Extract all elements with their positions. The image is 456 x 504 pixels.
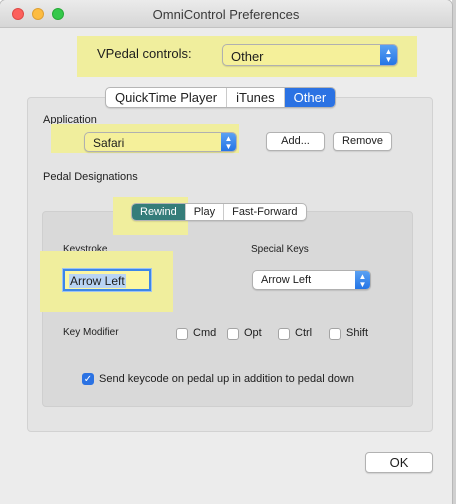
vpedal-controls-label: VPedal controls:	[97, 46, 192, 61]
remove-application-button[interactable]: Remove	[333, 132, 392, 151]
pedal-designations-label: Pedal Designations	[43, 171, 138, 183]
keystroke-value: Arrow Left	[69, 274, 126, 288]
tab-other[interactable]: Other	[284, 88, 336, 107]
keycode-pedal-up-checkbox[interactable]: ✓	[82, 373, 94, 385]
shift-checkbox[interactable]	[329, 328, 341, 340]
ctrl-checkbox[interactable]	[278, 328, 290, 340]
chevron-up-down-icon: ▲ ▼	[221, 133, 236, 151]
add-application-button[interactable]: Add...	[266, 132, 325, 151]
ok-button[interactable]: OK	[365, 452, 433, 473]
pedal-tab-bar: Rewind Play Fast-Forward	[131, 203, 307, 221]
tab-quicktime-player[interactable]: QuickTime Player	[106, 88, 228, 107]
preferences-window: OmniControl Preferences VPedal controls:…	[0, 0, 452, 504]
opt-checkbox[interactable]	[227, 328, 239, 340]
keystroke-field[interactable]: Arrow Left	[63, 269, 151, 291]
chevron-up-down-icon: ▲ ▼	[380, 45, 397, 65]
tab-play[interactable]: Play	[186, 204, 225, 220]
opt-label: Opt	[244, 327, 262, 339]
application-value: Safari	[93, 136, 125, 150]
special-keys-select[interactable]: Arrow Left ▲ ▼	[252, 270, 371, 290]
shift-label: Shift	[346, 327, 369, 339]
vpedal-controls-select[interactable]: Other ▲ ▼	[222, 44, 398, 66]
vpedal-controls-value: Other	[231, 49, 264, 64]
application-select[interactable]: Safari ▲ ▼	[84, 132, 237, 152]
background-window-edge	[452, 0, 456, 504]
title-bar[interactable]: OmniControl Preferences	[0, 0, 452, 28]
tab-fast-forward[interactable]: Fast-Forward	[224, 204, 305, 220]
main-tab-bar: QuickTime Player iTunes Other	[105, 87, 337, 108]
window-title: OmniControl Preferences	[152, 7, 300, 22]
tab-rewind[interactable]: Rewind	[132, 204, 186, 220]
cmd-label: Cmd	[193, 327, 217, 339]
key-modifier-label: Key Modifier	[63, 327, 119, 338]
cmd-checkbox[interactable]	[176, 328, 188, 340]
keycode-pedal-up-label: Send keycode on pedal up in addition to …	[99, 373, 355, 385]
ctrl-label: Ctrl	[295, 327, 313, 339]
chevron-up-down-icon: ▲ ▼	[355, 271, 370, 289]
special-keys-value: Arrow Left	[261, 274, 312, 286]
tab-itunes[interactable]: iTunes	[227, 88, 285, 107]
special-keys-label: Special Keys	[251, 244, 309, 255]
